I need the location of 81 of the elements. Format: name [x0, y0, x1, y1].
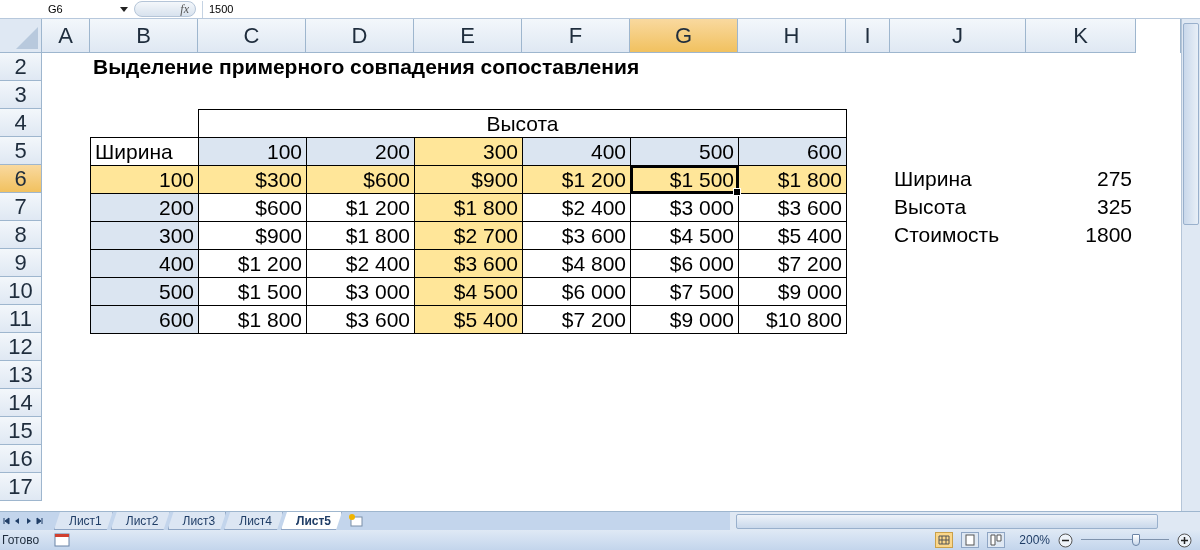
page-layout-icon[interactable]	[961, 532, 980, 548]
table-cell[interactable]: $1 200	[522, 165, 631, 194]
row-header[interactable]: 7	[0, 193, 42, 221]
table-cell[interactable]: $300	[198, 165, 307, 194]
table-cell: 600	[90, 305, 199, 334]
column-header[interactable]: J	[890, 19, 1026, 53]
summary-label: Стоимость	[893, 222, 1001, 248]
name-box[interactable]: G6	[0, 0, 118, 18]
column-header[interactable]: D	[306, 19, 414, 53]
row-header[interactable]: 15	[0, 417, 42, 445]
macro-record-icon[interactable]	[54, 533, 70, 547]
sheet-tab[interactable]: Лист2	[110, 512, 170, 530]
table-cell[interactable]: $5 400	[414, 305, 523, 334]
column-header[interactable]: B	[90, 19, 198, 53]
summary-label: Ширина	[893, 166, 973, 192]
table-cell: 500	[630, 137, 739, 166]
row-header[interactable]: 8	[0, 221, 42, 249]
function-button[interactable]: fx	[134, 1, 196, 17]
table-cell: 500	[90, 277, 199, 306]
row-header[interactable]: 9	[0, 249, 42, 277]
row-header[interactable]: 14	[0, 389, 42, 417]
table-cell[interactable]: $2 700	[414, 221, 523, 250]
summary-value: 1800	[1084, 222, 1133, 248]
row-header[interactable]: 6	[0, 165, 42, 193]
row-header[interactable]: 11	[0, 305, 42, 333]
row-header[interactable]: 5	[0, 137, 42, 165]
table-cell[interactable]: $1 500	[630, 165, 739, 194]
summary-value: 325	[1095, 194, 1133, 220]
column-header[interactable]: F	[522, 19, 630, 53]
vertical-scrollbar[interactable]	[1181, 19, 1200, 511]
table-cell[interactable]: $1 800	[738, 165, 847, 194]
summary-label: Высота	[893, 194, 968, 220]
row-header[interactable]: 2	[0, 53, 42, 81]
sheet-tab[interactable]: Лист1	[54, 512, 113, 530]
row-header[interactable]: 12	[0, 333, 42, 361]
table-cell: Ширина	[90, 137, 199, 166]
column-header[interactable]: K	[1026, 19, 1136, 53]
table-header: Высота	[198, 109, 847, 138]
page-break-icon[interactable]	[987, 532, 1006, 548]
row-header[interactable]: 17	[0, 473, 42, 501]
table-cell[interactable]: $10 800	[738, 305, 847, 334]
row-header[interactable]: 13	[0, 361, 42, 389]
sheet-tab[interactable]: Лист4	[224, 512, 283, 530]
row-header[interactable]: 4	[0, 109, 42, 137]
table-cell[interactable]: $600	[306, 165, 415, 194]
sheet-tab[interactable]: Лист5	[281, 512, 343, 530]
status-text: Готово	[1, 533, 41, 547]
sheet-title: Выделение примерного совпадения сопоставления	[92, 54, 641, 80]
table-cell: 200	[306, 137, 415, 166]
zoom-slider[interactable]	[1081, 534, 1169, 546]
table-cell: 200	[90, 193, 199, 222]
table-cell[interactable]: $4 500	[414, 277, 523, 306]
caret-icon[interactable]	[120, 6, 128, 12]
table-cell: 100	[90, 165, 199, 194]
table-cell: 600	[738, 137, 847, 166]
column-header[interactable]: I	[846, 19, 890, 53]
sheet-tab[interactable]: Лист3	[167, 512, 227, 530]
column-header[interactable]: G	[630, 19, 738, 53]
summary-value: 275	[1095, 166, 1133, 192]
table-cell[interactable]: $900	[414, 165, 523, 194]
table-cell[interactable]: $1 800	[414, 193, 523, 222]
row-header[interactable]: 3	[0, 81, 42, 109]
table-cell: 400	[90, 249, 199, 278]
table-cell[interactable]: $3 600	[414, 249, 523, 278]
row-header[interactable]: 10	[0, 277, 42, 305]
zoom-level[interactable]: 200%	[1019, 533, 1050, 547]
zoom-out-icon[interactable]	[1058, 532, 1073, 548]
row-header[interactable]: 16	[0, 445, 42, 473]
corner-triangle-icon	[16, 27, 38, 49]
table-cell: 100	[198, 137, 307, 166]
table-cell: 300	[90, 221, 199, 250]
column-header[interactable]: A	[42, 19, 90, 53]
table-cell: 300	[414, 137, 523, 166]
table-cell: 400	[522, 137, 631, 166]
column-header[interactable]: H	[738, 19, 846, 53]
formula-field[interactable]: 1500	[202, 0, 1200, 18]
zoom-in-icon[interactable]	[1177, 532, 1192, 548]
column-header[interactable]: E	[414, 19, 522, 53]
normal-view-icon[interactable]	[935, 532, 954, 548]
horizontal-scrollbar[interactable]	[730, 512, 1200, 530]
column-header[interactable]: C	[198, 19, 306, 53]
